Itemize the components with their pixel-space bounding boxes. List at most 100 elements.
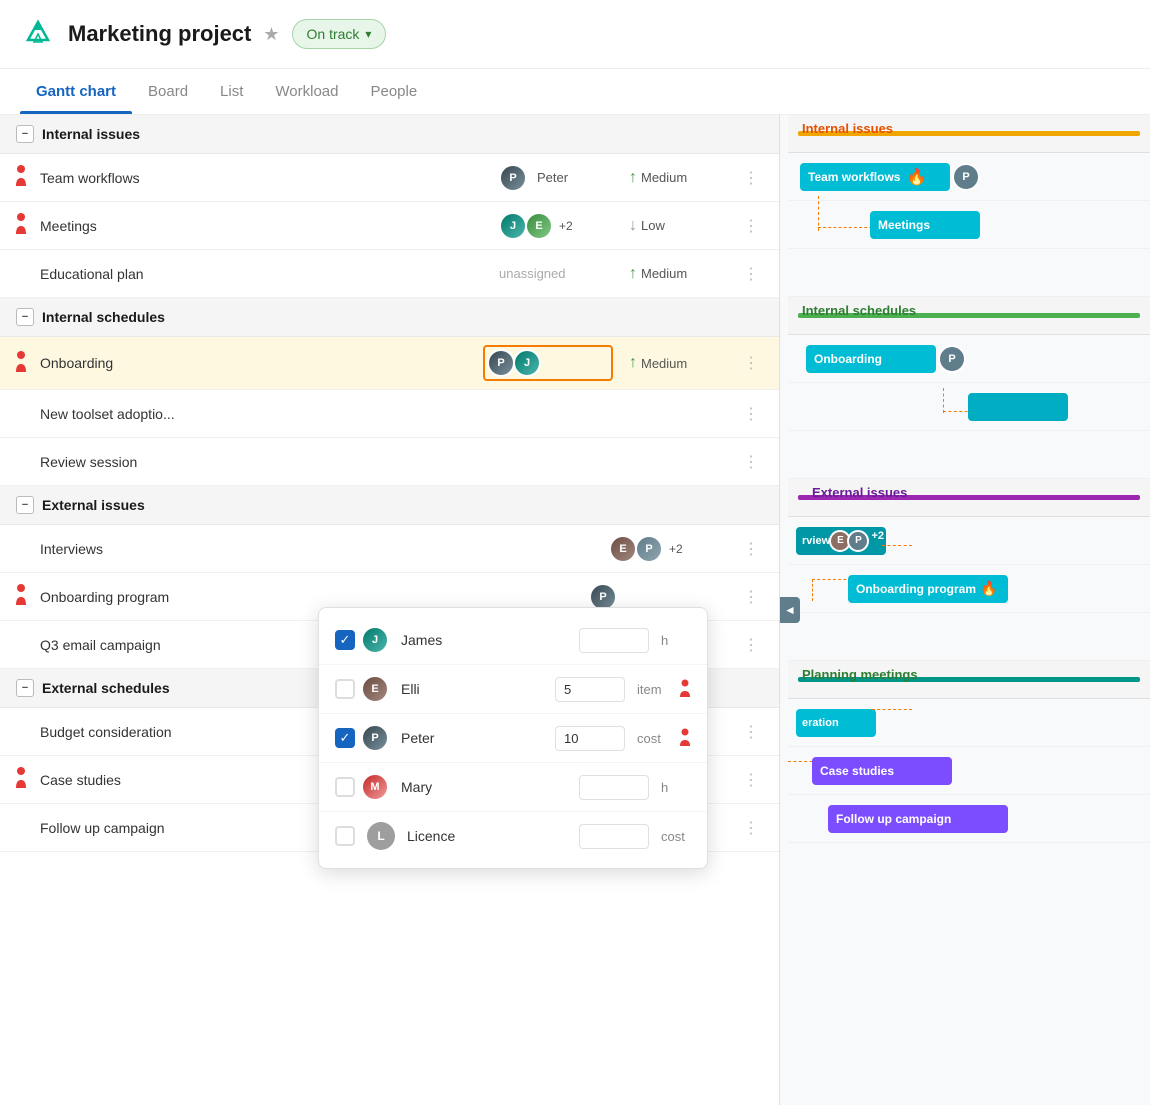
avatar-james: J — [361, 626, 389, 654]
task-name: Educational plan — [40, 266, 499, 282]
hours-input-james[interactable] — [579, 628, 649, 653]
header: Marketing project ★ On track ▾ — [0, 0, 1150, 69]
dropdown-person-row-licence: L Licence cost — [319, 812, 707, 860]
gantt-bar-case-studies: Case studies — [812, 757, 952, 785]
cost-input-licence[interactable] — [579, 824, 649, 849]
nav-tabs: Gantt chart Board List Workload People — [0, 69, 1150, 115]
avatar: P — [635, 535, 663, 563]
status-badge[interactable]: On track ▾ — [292, 19, 387, 49]
value-input-peter[interactable] — [555, 726, 625, 751]
checkbox-peter[interactable] — [335, 728, 355, 748]
task-row: Team workflows P Peter ↑ Medium ⋮ — [0, 154, 779, 202]
more-options-button[interactable]: ⋮ — [739, 212, 763, 240]
person-name-mary: Mary — [401, 779, 567, 795]
hours-input-mary[interactable] — [579, 775, 649, 800]
collapse-button-internal-schedules[interactable]: − — [16, 308, 34, 326]
section-header-external-issues: − External issues — [0, 486, 779, 525]
unit-label: item — [637, 682, 667, 697]
person-icon — [679, 679, 691, 700]
avatar-peter: P — [361, 724, 389, 752]
person-icon — [14, 164, 28, 191]
more-options-button[interactable]: ⋮ — [739, 583, 763, 611]
value-input-elli[interactable] — [555, 677, 625, 702]
flame-icon: 🔥 — [980, 580, 997, 597]
priority-label: Medium — [641, 266, 687, 281]
avatar: J — [499, 212, 527, 240]
collapse-button-external-schedules[interactable]: − — [16, 679, 34, 697]
section-title-external-issues: External issues — [42, 497, 145, 513]
dropdown-person-row-peter: P Peter cost — [319, 714, 707, 763]
priority: ↑ Medium — [629, 354, 739, 372]
unit-label: cost — [637, 731, 667, 746]
person-name-peter: Peter — [401, 730, 543, 746]
task-row-onboarding: Onboarding P J ↑ Medium ⋮ — [0, 337, 779, 390]
more-options-button[interactable]: ⋮ — [739, 260, 763, 288]
gantt-bar-budget: eration — [796, 709, 876, 737]
avatar: E — [609, 535, 637, 563]
avatar: P — [487, 349, 515, 377]
task-name: Interviews — [40, 541, 609, 557]
person-name-licence: Licence — [407, 828, 567, 844]
more-options-button[interactable]: ⋮ — [739, 448, 763, 476]
checkbox-james[interactable] — [335, 630, 355, 650]
app-logo — [20, 16, 56, 52]
tab-people[interactable]: People — [354, 69, 433, 114]
avatar-licence: L — [367, 822, 395, 850]
gantt-section-label-external-issues: External issues — [812, 485, 907, 500]
avatar: J — [513, 349, 541, 377]
gantt-bar-team-workflows: Team workflows 🔥 P — [800, 163, 950, 191]
star-icon[interactable]: ★ — [263, 24, 279, 45]
flame-icon: 🔥 — [906, 167, 926, 187]
task-row: Interviews E P +2 ⋮ — [0, 525, 779, 573]
task-name: Team workflows — [40, 170, 499, 186]
more-options-button[interactable]: ⋮ — [739, 631, 763, 659]
task-name: Onboarding — [40, 355, 483, 371]
unit-label: h — [661, 633, 691, 648]
gantt-section-label-internal-schedules: Internal schedules — [802, 303, 916, 318]
tab-gantt-chart[interactable]: Gantt chart — [20, 69, 132, 114]
more-options-button[interactable]: ⋮ — [739, 766, 763, 794]
more-options-button[interactable]: ⋮ — [739, 164, 763, 192]
task-row: Meetings J E +2 ↓ Low ⋮ — [0, 202, 779, 250]
assignees: E P +2 — [609, 535, 739, 563]
more-options-button[interactable]: ⋮ — [739, 349, 763, 377]
collapse-button-external-issues[interactable]: − — [16, 496, 34, 514]
avatar-mary: M — [361, 773, 389, 801]
more-options-button[interactable]: ⋮ — [739, 535, 763, 563]
person-icon — [14, 212, 28, 239]
priority-arrow-up-icon: ↑ — [629, 354, 637, 372]
collapse-button-internal-issues[interactable]: − — [16, 125, 34, 143]
person-name-elli: Elli — [401, 681, 543, 697]
task-name: New toolset adoptio... — [40, 406, 739, 422]
more-options-button[interactable]: ⋮ — [739, 400, 763, 428]
checkbox-mary[interactable] — [335, 777, 355, 797]
assignees-bordered[interactable]: P J — [483, 345, 613, 381]
assignees: P Peter — [499, 164, 629, 192]
section-header-internal-schedules: − Internal schedules — [0, 298, 779, 337]
task-row: Review session ⋮ — [0, 438, 779, 486]
priority-label: Medium — [641, 170, 687, 185]
priority-arrow-up-icon: ↑ — [629, 265, 637, 283]
priority-label: Medium — [641, 356, 687, 371]
checkbox-licence[interactable] — [335, 826, 355, 846]
task-row: New toolset adoptio... ⋮ — [0, 390, 779, 438]
unit-label: h — [661, 780, 691, 795]
tab-workload[interactable]: Workload — [259, 69, 354, 114]
gantt-back-button[interactable]: ◄ — [780, 597, 800, 623]
gantt-bar-onboarding: Onboarding P — [806, 345, 936, 373]
unit-label: cost — [661, 829, 691, 844]
section-header-internal-issues: − Internal issues — [0, 115, 779, 154]
checkbox-elli[interactable] — [335, 679, 355, 699]
priority: ↓ Low — [629, 217, 739, 235]
main-content: − Internal issues Team workflows P Peter… — [0, 115, 1150, 1105]
tab-board[interactable]: Board — [132, 69, 204, 114]
gantt-section-label-internal-issues: Internal issues — [802, 121, 893, 136]
avatar-count: +2 — [559, 219, 573, 233]
avatar-count: +2 — [669, 542, 683, 556]
more-options-button[interactable]: ⋮ — [739, 814, 763, 842]
priority: ↑ Medium — [629, 169, 739, 187]
more-options-button[interactable]: ⋮ — [739, 718, 763, 746]
gantt-panel: ◄ Internal issues Team workflows 🔥 P — [780, 115, 1150, 1105]
gantt-section-label-planning-meetings: Planning meetings — [802, 667, 918, 682]
tab-list[interactable]: List — [204, 69, 259, 114]
